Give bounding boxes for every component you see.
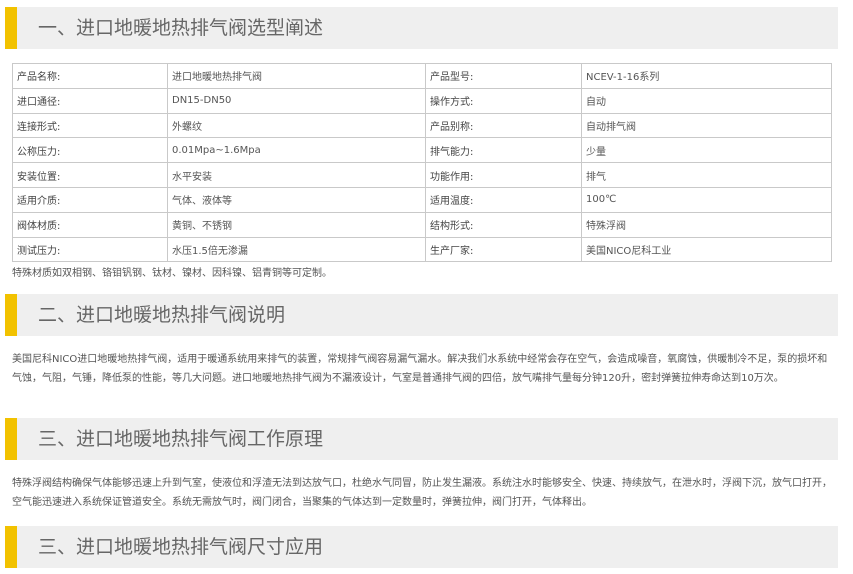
spec-label-cell: 测试压力: xyxy=(12,236,168,263)
material-note: 特殊材质如双相钢、铬钼钒钢、钛材、镍材、因科镍、铝青铜等可定制。 xyxy=(12,268,332,279)
spec-value-cell: 气体、液体等 xyxy=(167,186,426,213)
spec-label-cell: 生产厂家: xyxy=(425,236,582,263)
section-title: 三、进口地暖地热排气阀尺寸应用 xyxy=(38,536,324,558)
spec-value-cell: 排气 xyxy=(581,162,832,188)
spec-label-cell: 产品别称: xyxy=(425,112,582,139)
spec-value-cell: 进口地暖地热排气阀 xyxy=(167,63,426,89)
spec-label-cell: 进口通径: xyxy=(12,87,168,114)
spec-label-cell: 结构形式: xyxy=(425,211,582,238)
section-header-dimensions: 三、进口地暖地热排气阀尺寸应用 xyxy=(5,526,838,568)
table-row: 公称压力: 0.01Mpa~1.6Mpa 排气能力: 少量 xyxy=(12,137,832,164)
spec-label-cell: 安装位置: xyxy=(12,162,168,188)
spec-label-cell: 功能作用: xyxy=(425,162,582,188)
table-row: 测试压力: 水压1.5倍无渗漏 生产厂家: 美国NICO尼科工业 xyxy=(12,236,832,263)
section-title: 三、进口地暖地热排气阀工作原理 xyxy=(38,428,324,450)
spec-value-cell: 美国NICO尼科工业 xyxy=(581,236,832,263)
table-row: 进口通径: DN15-DN50 操作方式: 自动 xyxy=(12,87,832,114)
spec-value-cell: 0.01Mpa~1.6Mpa xyxy=(167,137,426,164)
section-title: 一、进口地暖地热排气阀选型阐述 xyxy=(38,17,324,39)
spec-value-cell: 自动排气阀 xyxy=(581,112,832,139)
table-row: 连接形式: 外螺纹 产品别称: 自动排气阀 xyxy=(12,112,832,139)
spec-label-cell: 连接形式: xyxy=(12,112,168,139)
spec-value-cell: DN15-DN50 xyxy=(167,87,426,114)
spec-value-cell: 100℃ xyxy=(581,186,832,213)
working-principle-paragraph: 特殊浮阀结构确保气体能够迅速上升到气室，使液位和浮渣无法到达放气口，杜绝水气同冒… xyxy=(12,478,832,508)
spec-label-cell: 操作方式: xyxy=(425,87,582,114)
spec-label-cell: 适用介质: xyxy=(12,186,168,213)
table-row: 产品名称: 进口地暖地热排气阀 产品型号: NCEV-1-16系列 xyxy=(12,63,832,89)
accent-bar xyxy=(5,294,17,336)
table-row: 适用介质: 气体、液体等 适用温度: 100℃ xyxy=(12,186,832,213)
table-row: 阀体材质: 黄铜、不锈钢 结构形式: 特殊浮阀 xyxy=(12,211,832,238)
spec-value-cell: 少量 xyxy=(581,137,832,164)
spec-label-cell: 适用温度: xyxy=(425,186,582,213)
accent-bar xyxy=(5,418,17,460)
spec-value-cell: 水压1.5倍无渗漏 xyxy=(167,236,426,263)
accent-bar xyxy=(5,526,17,568)
spec-value-cell: 特殊浮阀 xyxy=(581,211,832,238)
spec-value-cell: 外螺纹 xyxy=(167,112,426,139)
spec-value-cell: 黄铜、不锈钢 xyxy=(167,211,426,238)
description-paragraph: 美国尼科NICO进口地暖地热排气阀，适用于暖通系统用来排气的装置，常规排气阀容易… xyxy=(12,354,828,384)
spec-label-cell: 产品型号: xyxy=(425,63,582,89)
spec-label-cell: 产品名称: xyxy=(12,63,168,89)
spec-value-cell: 自动 xyxy=(581,87,832,114)
section-header-description: 二、进口地暖地热排气阀说明 xyxy=(5,294,838,336)
accent-bar xyxy=(5,7,17,49)
section-header-selection: 一、进口地暖地热排气阀选型阐述 xyxy=(5,7,838,49)
spec-label-cell: 公称压力: xyxy=(12,137,168,164)
section-header-working-principle: 三、进口地暖地热排气阀工作原理 xyxy=(5,418,838,460)
page: 一、进口地暖地热排气阀选型阐述 产品名称: 进口地暖地热排气阀 产品型号: NCEV-… xyxy=(0,0,853,574)
spec-value-cell: 水平安装 xyxy=(167,162,426,188)
spec-label-cell: 排气能力: xyxy=(425,137,582,164)
spec-label-cell: 阀体材质: xyxy=(12,211,168,238)
spec-value-cell: NCEV-1-16系列 xyxy=(581,63,832,89)
section-title: 二、进口地暖地热排气阀说明 xyxy=(38,304,286,326)
spec-table: 产品名称: 进口地暖地热排气阀 产品型号: NCEV-1-16系列 进口通径: DN15-… xyxy=(12,63,832,263)
table-row: 安装位置: 水平安装 功能作用: 排气 xyxy=(12,162,832,188)
